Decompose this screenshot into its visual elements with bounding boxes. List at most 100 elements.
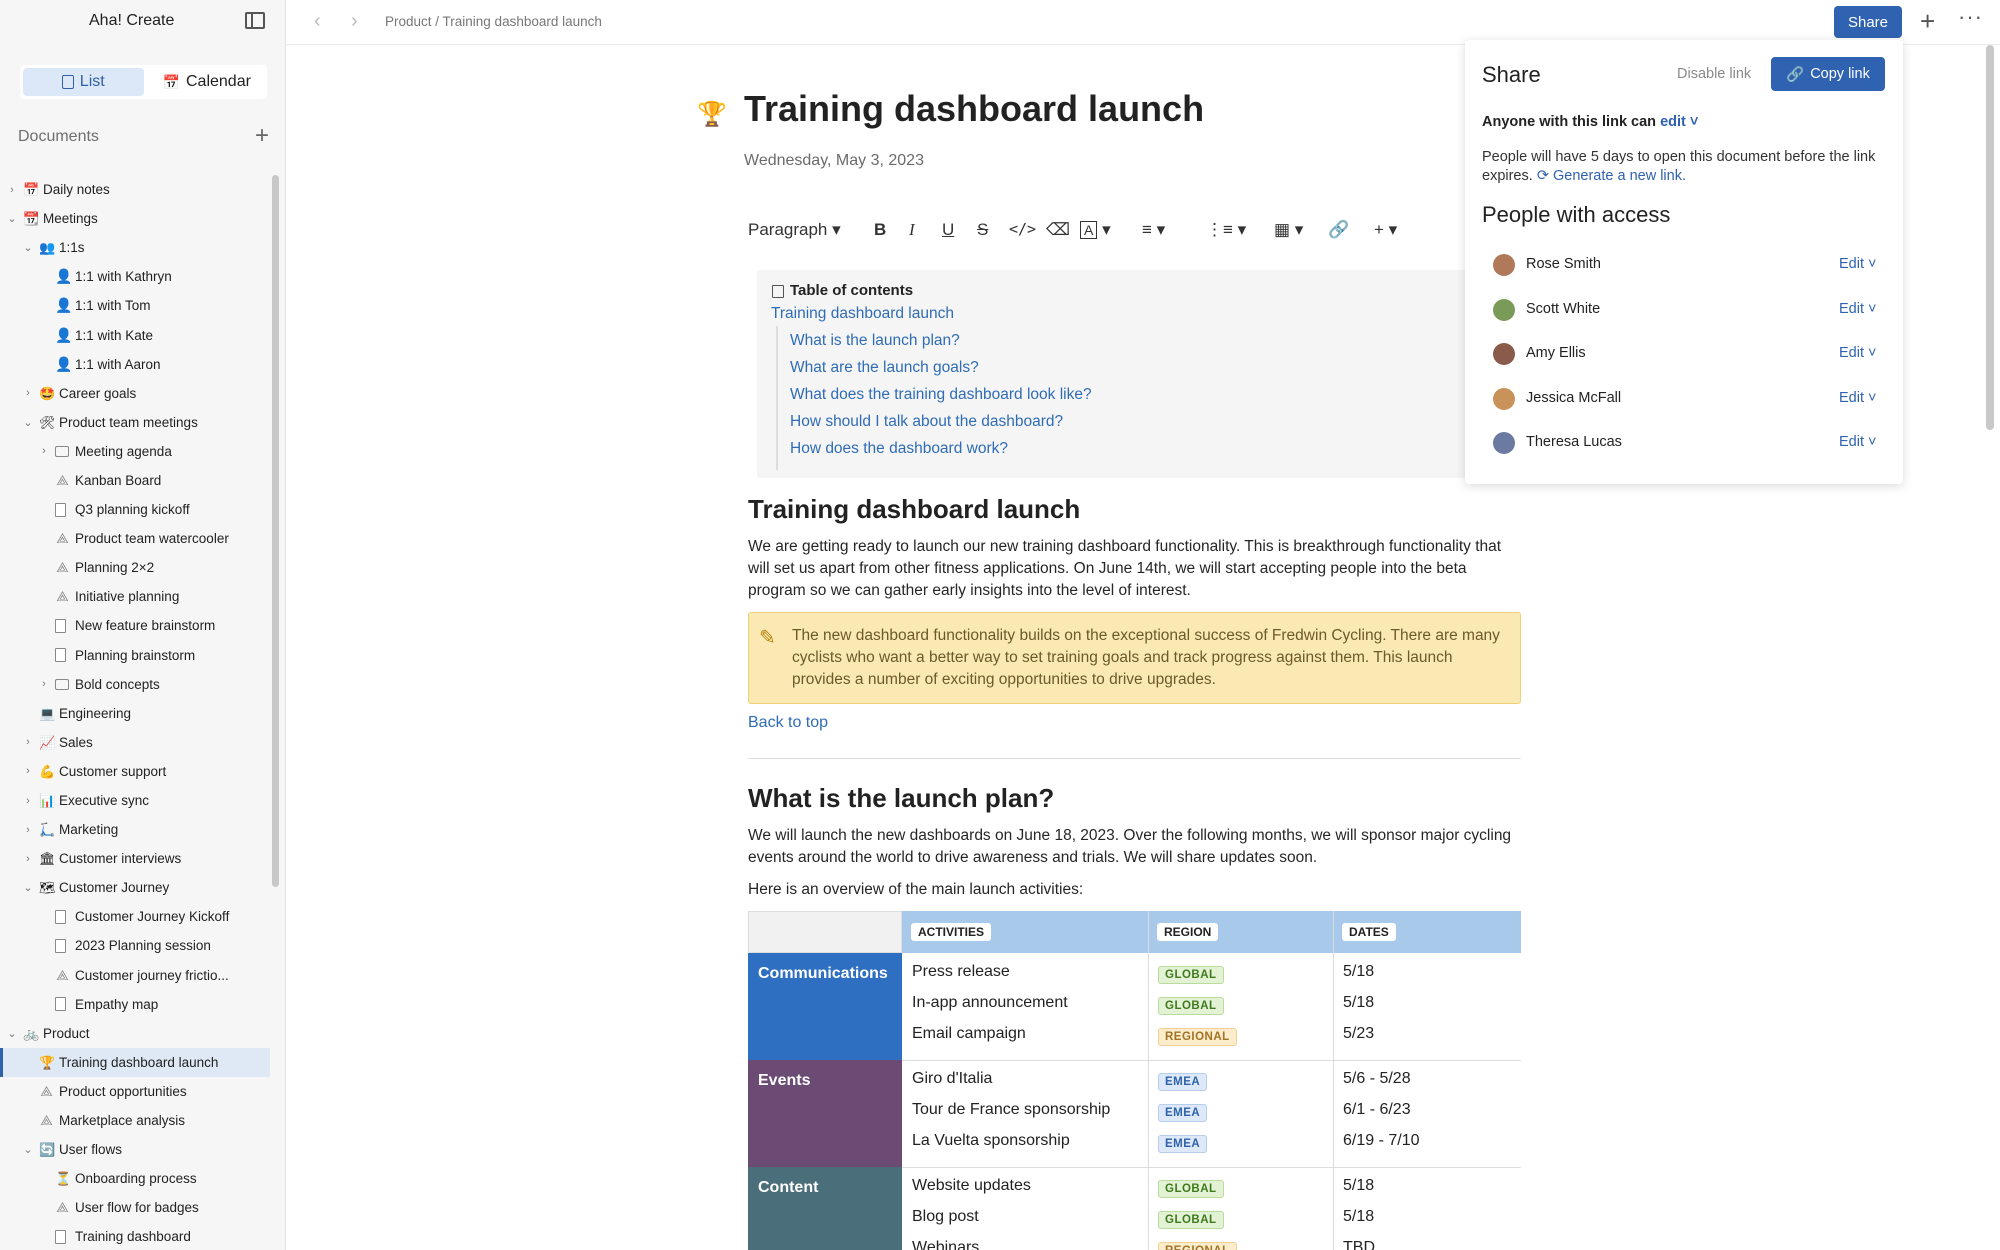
table-cell-activity[interactable]: In-app announcement — [912, 994, 1068, 1012]
table-cell-activity[interactable]: Press release — [912, 963, 1010, 981]
table-cell-dates[interactable]: 5/18 — [1343, 1177, 1374, 1195]
page-title[interactable]: Training dashboard launch — [744, 88, 1204, 130]
chevron-right-icon[interactable]: › — [23, 824, 33, 836]
table-cell-activity[interactable]: La Vuelta sponsorship — [912, 1132, 1070, 1150]
link-permission-dropdown[interactable]: edit ˅ — [1660, 114, 1698, 130]
sidebar-item[interactable]: 👤 1:1 with Kathryn — [0, 262, 270, 291]
permission-dropdown[interactable]: Edit ˅ — [1839, 345, 1877, 361]
chevron-down-icon[interactable]: ⌄ — [23, 881, 33, 894]
tab-calendar[interactable]: 📅 Calendar — [147, 65, 268, 99]
permission-dropdown[interactable]: Edit ˅ — [1839, 390, 1877, 406]
permission-dropdown[interactable]: Edit ˅ — [1839, 301, 1877, 317]
sidebar-scrollbar[interactable] — [272, 175, 279, 887]
align-icon[interactable]: ≡ ▾ — [1142, 220, 1165, 240]
toc-link-root[interactable]: Training dashboard launch — [771, 305, 954, 323]
table-cell-dates[interactable]: 5/6 - 5/28 — [1343, 1070, 1411, 1088]
sidebar-item[interactable]: › 🤩 Career goals — [0, 379, 270, 408]
bold-icon[interactable]: B — [874, 220, 886, 240]
chevron-down-icon[interactable]: ⌄ — [23, 416, 33, 429]
permission-dropdown[interactable]: Edit ˅ — [1839, 434, 1877, 450]
add-icon[interactable]: + — [1920, 6, 1935, 36]
sidebar-item[interactable]: 👤 1:1 with Tom — [0, 291, 270, 320]
sidebar-toggle-icon[interactable] — [245, 12, 265, 29]
chevron-right-icon[interactable]: › — [7, 184, 17, 196]
table-group-cell[interactable]: Events — [748, 1060, 902, 1167]
sidebar-item[interactable]: ⟁ Product team watercooler — [0, 524, 270, 553]
sidebar-item[interactable]: › 📊 Executive sync — [0, 786, 270, 815]
chevron-down-icon[interactable]: ⌄ — [23, 1143, 33, 1156]
text-color-icon[interactable]: A ▾ — [1080, 220, 1111, 240]
sidebar-item[interactable]: › Meeting agenda — [0, 437, 270, 466]
sidebar-item[interactable]: › 💪 Customer support — [0, 757, 270, 786]
table-cell-activity[interactable]: Email campaign — [912, 1025, 1026, 1043]
chevron-right-icon[interactable]: › — [23, 853, 33, 865]
forward-arrow-icon[interactable]: › — [351, 10, 358, 33]
toc-link[interactable]: What is the launch plan? — [790, 332, 960, 350]
table-cell-dates[interactable]: 5/23 — [1343, 1025, 1374, 1043]
sidebar-item[interactable]: ⌄ 🗺 Customer Journey — [0, 873, 270, 902]
sidebar-item[interactable]: 💻 Engineering — [0, 699, 270, 728]
sidebar-item[interactable]: ⌄ 📆 Meetings — [0, 204, 270, 233]
table-cell-activity[interactable]: Website updates — [912, 1177, 1031, 1195]
sidebar-item[interactable]: ⟁ Kanban Board — [0, 466, 270, 495]
regenerate-link[interactable]: ⟳ Generate a new link. — [1537, 168, 1686, 184]
table-group-cell[interactable]: Content — [748, 1167, 902, 1250]
sidebar-item[interactable]: Q3 planning kickoff — [0, 495, 270, 524]
sidebar-item[interactable]: 2023 Planning session — [0, 931, 270, 960]
sidebar-item[interactable]: ⟁ Product opportunities — [0, 1077, 270, 1106]
chevron-right-icon[interactable]: › — [23, 736, 33, 748]
section-body[interactable]: We will launch the new dashboards on Jun… — [748, 825, 1518, 869]
sidebar-item[interactable]: ⌄ 🛠 Product team meetings — [0, 408, 270, 437]
chevron-right-icon[interactable]: › — [23, 795, 33, 807]
tab-list[interactable]: List — [23, 68, 144, 96]
eraser-icon[interactable]: ⌫ — [1046, 220, 1070, 240]
code-icon[interactable]: </> — [1009, 220, 1036, 238]
table-header[interactable]: DATES — [1342, 923, 1396, 941]
back-to-top-link[interactable]: Back to top — [748, 714, 828, 732]
list-icon[interactable]: ⋮≡ ▾ — [1206, 220, 1246, 240]
table-cell-dates[interactable]: 6/1 - 6/23 — [1343, 1101, 1411, 1119]
sidebar-item[interactable]: Planning brainstorm — [0, 641, 270, 670]
add-document-button[interactable]: + — [255, 124, 269, 148]
italic-icon[interactable]: I — [909, 220, 915, 240]
sidebar-item[interactable]: › 📅 Daily notes — [0, 175, 270, 204]
toc-link[interactable]: How should I talk about the dashboard? — [790, 413, 1063, 431]
sidebar-item[interactable]: 👤 1:1 with Aaron — [0, 350, 270, 379]
table-cell-dates[interactable]: 5/18 — [1343, 994, 1374, 1012]
underline-icon[interactable]: U — [942, 220, 954, 240]
sidebar-item[interactable]: ⌄ 🔄 User flows — [0, 1135, 270, 1164]
table-header[interactable]: ACTIVITIES — [911, 923, 992, 941]
sidebar-item[interactable]: › 📈 Sales — [0, 728, 270, 757]
sidebar-item[interactable]: ⟁ Planning 2×2 — [0, 553, 270, 582]
chevron-down-icon[interactable]: ⌄ — [7, 212, 17, 225]
sidebar-item[interactable]: ⟁ User flow for badges — [0, 1193, 270, 1222]
callout-box[interactable]: ✎ The new dashboard functionality builds… — [748, 612, 1521, 704]
section-body[interactable]: We are getting ready to launch our new t… — [748, 536, 1518, 602]
sidebar-item[interactable]: ⟁ Customer journey frictio... — [0, 961, 270, 990]
paragraph-style-dropdown[interactable]: Paragraph ▾ — [748, 220, 841, 240]
section-heading[interactable]: What is the launch plan? — [748, 783, 1054, 814]
table-header[interactable]: REGION — [1157, 923, 1219, 941]
table-cell-activity[interactable]: Giro d'Italia — [912, 1070, 992, 1088]
sidebar-item[interactable]: › 🏛 Customer interviews — [0, 844, 270, 873]
table-cell-activity[interactable]: Webinars — [912, 1239, 979, 1250]
sidebar-item[interactable]: ⌄ 👥 1:1s — [0, 233, 270, 262]
main-scrollbar[interactable] — [1986, 45, 1994, 430]
toc-link[interactable]: How does the dashboard work? — [790, 440, 1008, 458]
chevron-right-icon[interactable]: › — [39, 678, 49, 690]
sidebar-item[interactable]: Training dashboard — [0, 1222, 270, 1250]
section-body[interactable]: Here is an overview of the main launch a… — [748, 879, 1518, 901]
disable-link-button[interactable]: Disable link — [1677, 66, 1751, 82]
permission-dropdown[interactable]: Edit ˅ — [1839, 256, 1877, 272]
chevron-right-icon[interactable]: › — [39, 445, 49, 457]
share-button[interactable]: Share — [1834, 6, 1902, 38]
insert-icon[interactable]: + ▾ — [1374, 220, 1397, 240]
breadcrumb[interactable]: Product / Training dashboard launch — [385, 14, 602, 29]
table-group-cell[interactable]: Communications — [748, 953, 902, 1060]
table-cell-activity[interactable]: Blog post — [912, 1208, 979, 1226]
more-options-icon[interactable]: ··· — [1958, 4, 1983, 30]
section-heading[interactable]: Training dashboard launch — [748, 494, 1080, 525]
back-arrow-icon[interactable]: ‹ — [314, 10, 321, 33]
chevron-down-icon[interactable]: ⌄ — [23, 241, 33, 254]
sidebar-item[interactable]: ⌄ 🚲 Product — [0, 1019, 270, 1048]
